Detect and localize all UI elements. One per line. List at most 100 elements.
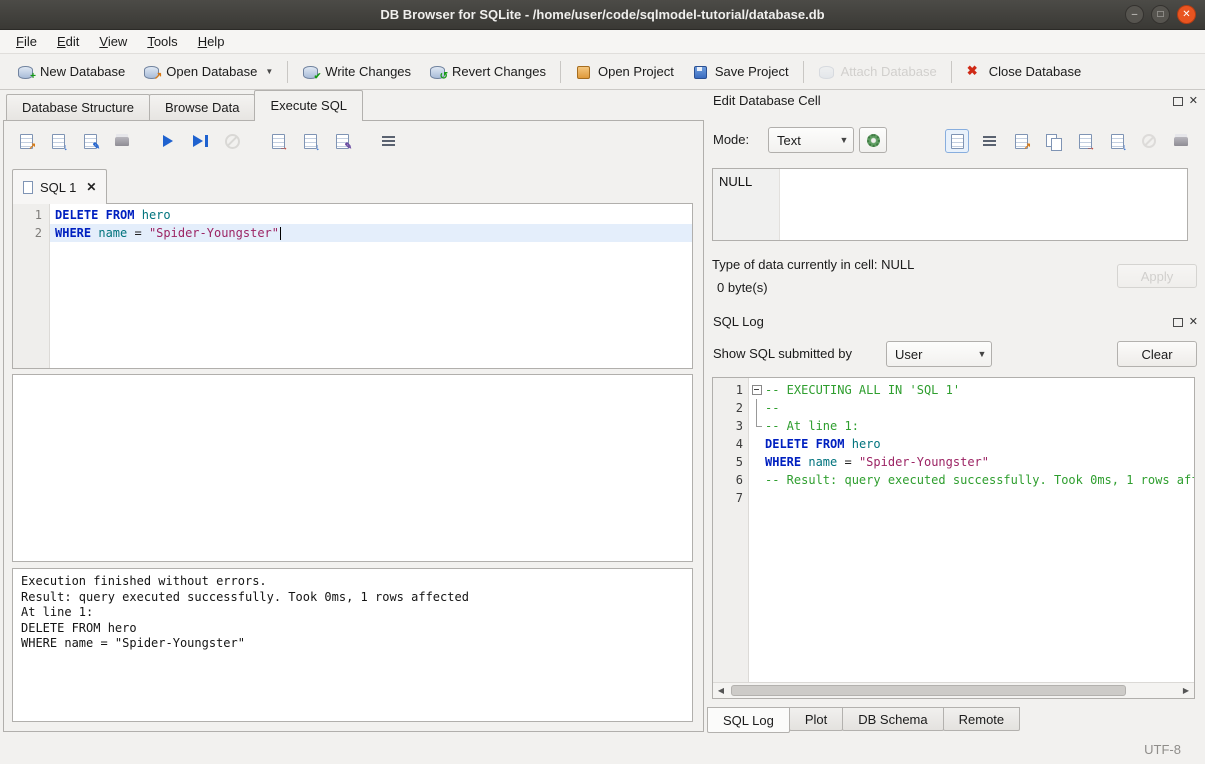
- sql-log-line: 7: [713, 489, 1194, 507]
- tab-browse-data[interactable]: Browse Data: [149, 94, 255, 121]
- import-data-icon[interactable]: [1009, 129, 1033, 153]
- cell-editor[interactable]: NULL: [712, 168, 1188, 241]
- new-database-button[interactable]: New Database: [8, 57, 134, 87]
- fold-guide: [749, 399, 765, 417]
- app-window: DB Browser for SQLite - /home/user/code/…: [0, 0, 1205, 764]
- export-results-icon[interactable]: [266, 129, 290, 153]
- open-sql-file-icon[interactable]: [14, 129, 38, 153]
- horizontal-scrollbar[interactable]: ◀ ▶: [713, 682, 1194, 698]
- log-line-number: 4: [713, 435, 749, 453]
- execute-all-icon[interactable]: [156, 129, 180, 153]
- fold-guide: [749, 417, 765, 435]
- tab-sql-log[interactable]: SQL Log: [707, 707, 790, 733]
- fold-marker-icon[interactable]: [749, 381, 765, 399]
- menu-item-help[interactable]: Help: [188, 30, 235, 54]
- editor-line[interactable]: WHERE name = "Spider-Youngster": [50, 224, 692, 242]
- cell-editor-toolbar: [945, 127, 1193, 155]
- float-panel-icon[interactable]: [1173, 318, 1183, 327]
- scroll-right-icon[interactable]: ▶: [1178, 683, 1194, 698]
- log-line-text: -- At line 1:: [765, 417, 859, 435]
- maximize-icon[interactable]: □: [1151, 5, 1170, 24]
- sql-log-panel-controls: ✕: [1173, 317, 1198, 327]
- fold-guide: [749, 471, 765, 489]
- toolbar-separator: [803, 61, 804, 83]
- save-project-button[interactable]: Save Project: [683, 57, 798, 87]
- log-lines: 1-- EXECUTING ALL IN 'SQL 1'2--3-- At li…: [713, 381, 1194, 507]
- log-line-text: --: [765, 399, 779, 417]
- word-wrap-icon[interactable]: [376, 129, 400, 153]
- copy-icon[interactable]: [1041, 129, 1065, 153]
- fold-guide: [749, 435, 765, 453]
- dropdown-arrow-icon[interactable]: ▼: [265, 67, 273, 76]
- left-pane: Database StructureBrowse DataExecute SQL…: [0, 90, 707, 737]
- scrollbar-thumb[interactable]: [731, 685, 1126, 696]
- clear-log-button[interactable]: Clear: [1117, 341, 1197, 367]
- cell-value: NULL: [713, 169, 780, 240]
- sql-log-filter-select[interactable]: User ▼: [886, 341, 992, 367]
- close-panel-icon[interactable]: ✕: [1189, 317, 1198, 327]
- log-line-text: -- Result: query executed successfully. …: [765, 471, 1194, 489]
- print-icon[interactable]: [1169, 129, 1193, 153]
- set-null-icon[interactable]: [1137, 129, 1161, 153]
- titlebar[interactable]: DB Browser for SQLite - /home/user/code/…: [0, 0, 1205, 30]
- execution-status-log[interactable]: Execution finished without errors.Result…: [12, 568, 693, 722]
- print-icon[interactable]: [110, 129, 134, 153]
- sql-editor[interactable]: 12 DELETE FROM heroWHERE name = "Spider-…: [12, 203, 693, 369]
- close-panel-icon[interactable]: ✕: [1189, 96, 1198, 106]
- revert-changes-button[interactable]: Revert Changes: [420, 57, 555, 87]
- open-database-icon: [143, 63, 160, 80]
- write-changes-button[interactable]: Write Changes: [293, 57, 420, 87]
- menu-item-view[interactable]: View: [89, 30, 137, 54]
- log-line-text: DELETE FROM hero: [765, 435, 881, 453]
- attach-database-icon: [818, 63, 835, 80]
- save-sql-file-icon[interactable]: [46, 129, 70, 153]
- float-panel-icon[interactable]: [1173, 97, 1183, 106]
- open-project-button[interactable]: Open Project: [566, 57, 683, 87]
- menu-item-edit[interactable]: Edit: [47, 30, 89, 54]
- save-sql-as-icon[interactable]: [78, 129, 102, 153]
- main-tab-bar: Database StructureBrowse DataExecute SQL: [6, 90, 362, 121]
- editor-line[interactable]: DELETE FROM hero: [50, 206, 692, 224]
- save-data-icon[interactable]: [1105, 129, 1129, 153]
- execute-current-line-icon[interactable]: [188, 129, 212, 153]
- close-window-icon[interactable]: ✕: [1177, 5, 1196, 24]
- close-database-button[interactable]: Close Database: [957, 57, 1091, 87]
- open-database-button[interactable]: Open Database▼: [134, 57, 282, 87]
- word-wrap-icon[interactable]: [977, 129, 1001, 153]
- export-data-icon[interactable]: [1073, 129, 1097, 153]
- statusbar: UTF-8: [0, 737, 1205, 764]
- sql-log-view[interactable]: 1-- EXECUTING ALL IN 'SQL 1'2--3-- At li…: [712, 377, 1195, 699]
- editor-lines[interactable]: DELETE FROM heroWHERE name = "Spider-You…: [50, 204, 692, 368]
- format-sql-icon[interactable]: [330, 129, 354, 153]
- close-database-icon: [966, 63, 983, 80]
- tab-database-structure[interactable]: Database Structure: [6, 94, 150, 121]
- tab-db-schema[interactable]: DB Schema: [842, 707, 943, 731]
- attach-database-button[interactable]: Attach Database: [809, 57, 946, 87]
- tab-plot[interactable]: Plot: [789, 707, 843, 731]
- save-results-icon[interactable]: [298, 129, 322, 153]
- revert-changes-icon: [429, 63, 446, 80]
- bottom-tab-bar: SQL LogPlotDB SchemaRemote: [707, 707, 1019, 734]
- menu-item-file[interactable]: File: [6, 30, 47, 54]
- results-area: [12, 374, 693, 562]
- log-line-number: 3: [713, 417, 749, 435]
- close-sql-tab-icon[interactable]: ✕: [86, 180, 96, 194]
- menu-item-tools[interactable]: Tools: [137, 30, 187, 54]
- stop-icon[interactable]: [220, 129, 244, 153]
- tab-remote[interactable]: Remote: [943, 707, 1021, 731]
- sql-file-tab[interactable]: SQL 1 ✕: [12, 169, 107, 204]
- sql-file-icon: [23, 181, 33, 194]
- text-view-icon[interactable]: [945, 129, 969, 153]
- scroll-left-icon[interactable]: ◀: [713, 683, 729, 698]
- status-log-line: WHERE name = "Spider-Youngster": [21, 636, 684, 652]
- mode-select[interactable]: Text ▼: [768, 127, 854, 153]
- apply-button[interactable]: Apply: [1117, 264, 1197, 288]
- scrollbar-track[interactable]: [729, 683, 1178, 698]
- tab-execute-sql[interactable]: Execute SQL: [254, 90, 363, 121]
- sql-file-tab-label: SQL 1: [40, 180, 76, 195]
- mode-select-value: Text: [777, 133, 801, 148]
- minimize-icon[interactable]: –: [1125, 5, 1144, 24]
- apply-settings-button[interactable]: [859, 127, 887, 153]
- sql-log-line: 6-- Result: query executed successfully.…: [713, 471, 1194, 489]
- toolbar-separator: [287, 61, 288, 83]
